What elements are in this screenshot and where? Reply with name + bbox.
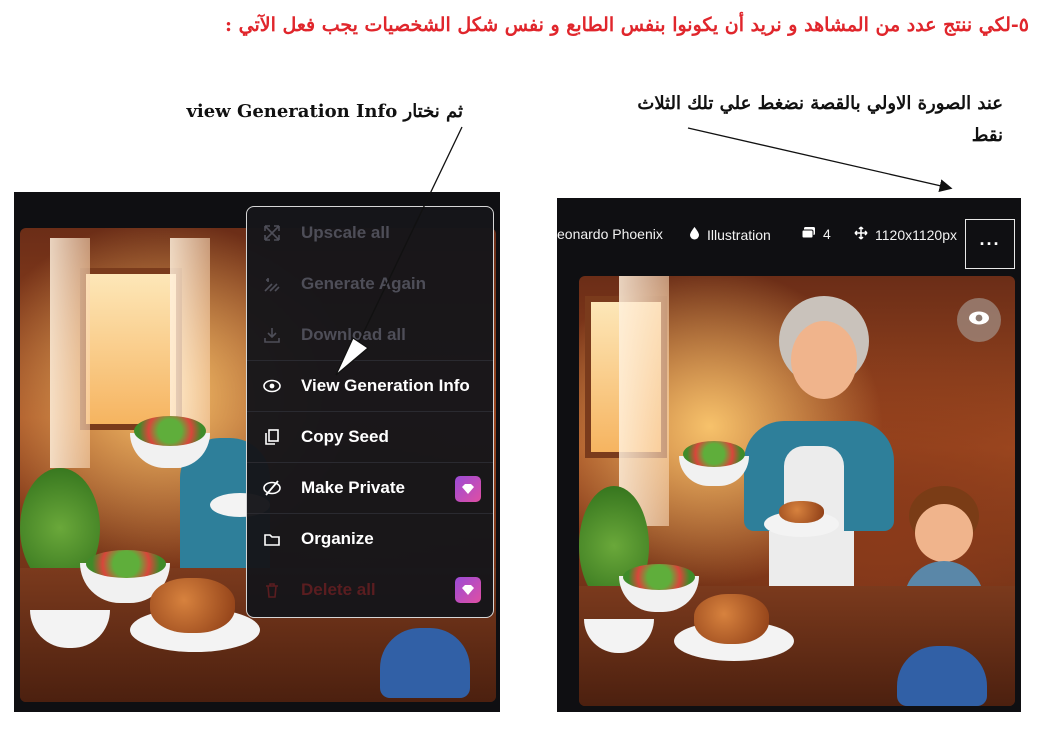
style-label: Illustration bbox=[707, 226, 771, 243]
upscale-icon bbox=[261, 222, 283, 244]
menu-item-upscale-all[interactable]: Upscale all bbox=[247, 207, 493, 258]
menu-item-label: Upscale all bbox=[301, 222, 390, 242]
roast-chicken bbox=[150, 578, 235, 633]
count-label: 4 bbox=[823, 226, 831, 242]
image-toolbar: eonardo Phoenix Illustration 4 1120x1120… bbox=[557, 208, 1021, 269]
menu-item-make-private[interactable]: Make Private bbox=[247, 462, 493, 513]
eye-icon bbox=[968, 310, 990, 330]
menu-item-label: Organize bbox=[301, 529, 374, 548]
menu-item-view-generation-info[interactable]: View Generation Info bbox=[247, 360, 493, 411]
salad bbox=[86, 550, 166, 578]
image-size: 1120x1120px bbox=[854, 226, 957, 243]
menu-item-label: Make Private bbox=[301, 478, 405, 497]
window bbox=[80, 268, 182, 430]
roast-chicken bbox=[694, 594, 769, 644]
page-heading: ٥-لكي ننتج عدد من المشاهد و نريد أن يكون… bbox=[225, 14, 1029, 36]
menu-item-label: Delete all bbox=[301, 579, 376, 599]
menu-item-label: Download all bbox=[301, 324, 406, 344]
salad bbox=[623, 564, 695, 590]
boy-face bbox=[915, 504, 973, 562]
trash-icon bbox=[261, 579, 283, 601]
images-icon bbox=[801, 226, 816, 242]
note-right: عند الصورة الاولي بالقصة نضغط علي تلك ال… bbox=[637, 93, 1003, 146]
diamond-icon bbox=[455, 476, 481, 502]
model-name: eonardo Phoenix bbox=[557, 226, 663, 242]
options-menu: Upscale all Generate Again Download all … bbox=[246, 206, 494, 618]
more-options-button[interactable]: ··· bbox=[965, 219, 1015, 269]
left-screenshot: Upscale all Generate Again Download all … bbox=[14, 192, 500, 712]
curtain bbox=[619, 276, 669, 526]
menu-item-label: View Generation Info bbox=[301, 376, 470, 395]
story-image-right bbox=[579, 276, 1015, 706]
eye-icon bbox=[261, 375, 283, 397]
size-label: 1120x1120px bbox=[875, 226, 957, 243]
menu-item-generate-again[interactable]: Generate Again bbox=[247, 258, 493, 309]
boy-clothes bbox=[380, 628, 470, 698]
curtain bbox=[50, 238, 90, 468]
style-tag: Illustration bbox=[689, 226, 771, 243]
download-icon bbox=[261, 324, 283, 346]
menu-item-label: Generate Again bbox=[301, 273, 427, 293]
diamond-icon bbox=[455, 577, 481, 603]
chicken-slices bbox=[779, 501, 824, 523]
menu-item-organize[interactable]: Organize bbox=[247, 513, 493, 564]
menu-item-copy-seed[interactable]: Copy Seed bbox=[247, 411, 493, 462]
copy-icon bbox=[261, 426, 283, 448]
note-left: ثم نختار view Generation Info bbox=[186, 101, 463, 122]
menu-item-delete-all[interactable]: Delete all bbox=[247, 564, 493, 615]
salad bbox=[134, 416, 206, 446]
eye-off-icon bbox=[261, 477, 283, 499]
menu-item-label: Copy Seed bbox=[301, 427, 389, 446]
drop-icon bbox=[689, 226, 700, 243]
right-screenshot: eonardo Phoenix Illustration 4 1120x1120… bbox=[557, 198, 1021, 712]
image-count: 4 bbox=[801, 226, 831, 242]
grandma-face bbox=[791, 321, 857, 399]
folder-icon bbox=[261, 528, 283, 550]
move-icon bbox=[854, 226, 868, 243]
more-icon: ··· bbox=[979, 233, 1001, 254]
salad bbox=[683, 441, 745, 467]
generate-again-icon bbox=[261, 273, 283, 295]
view-image-button[interactable] bbox=[957, 298, 1001, 342]
menu-item-download-all[interactable]: Download all bbox=[247, 309, 493, 360]
